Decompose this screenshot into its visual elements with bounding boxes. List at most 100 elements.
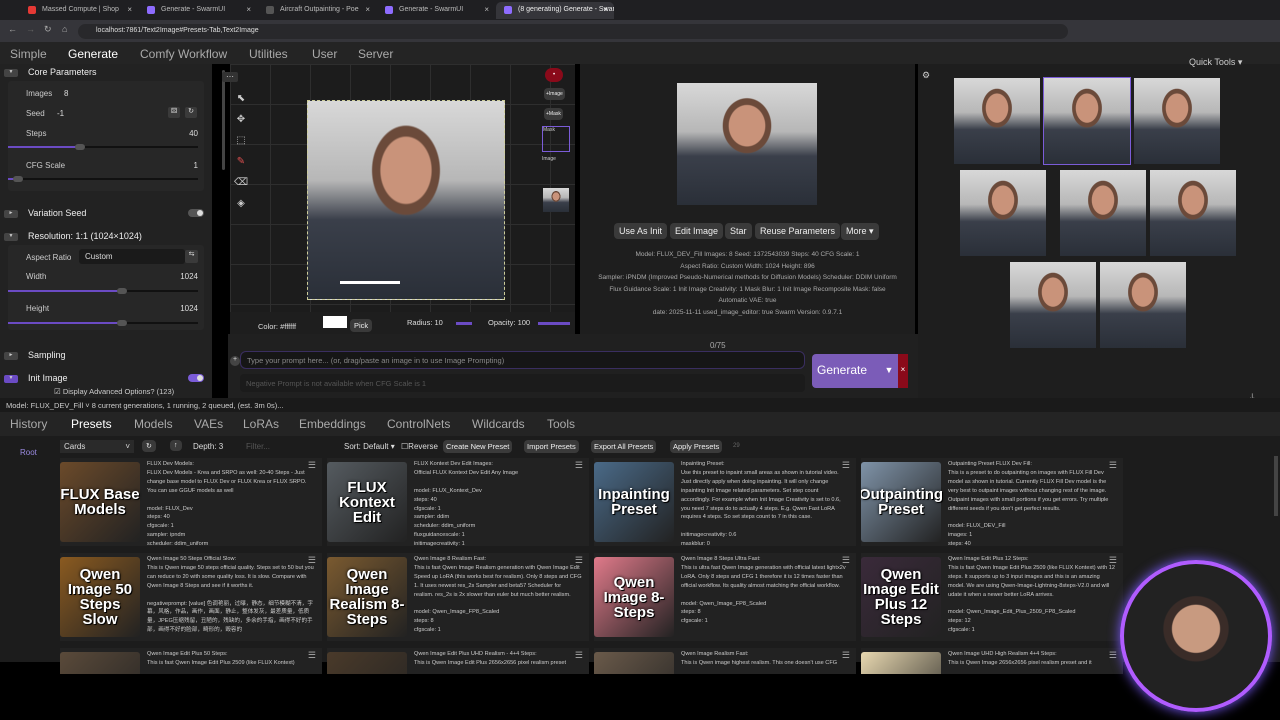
preset-card[interactable]: Qwen Image Qwen Image UHD High Realism 4+… xyxy=(861,648,1123,674)
close-tab-icon[interactable]: × xyxy=(246,5,251,14)
select-rect-icon[interactable]: ⬚ xyxy=(234,135,248,149)
batch-thumb[interactable] xyxy=(954,78,1040,164)
select-icon[interactable]: ⬉ xyxy=(234,93,248,107)
settings-icon[interactable]: ⚙ xyxy=(922,70,930,81)
cancel-icon[interactable]: × xyxy=(898,354,908,388)
reverse-checkbox[interactable]: ☐Reverse xyxy=(401,442,438,451)
tab-loras[interactable]: LoRAs xyxy=(243,417,279,431)
use-as-init-button[interactable]: Use As Init xyxy=(614,223,668,239)
menu-icon[interactable]: ☰ xyxy=(308,650,316,661)
swap-icon[interactable]: ⇆ xyxy=(185,250,198,263)
close-tab-icon[interactable]: × xyxy=(484,5,489,14)
left-panel-scrollbar[interactable] xyxy=(222,70,225,170)
init-image-toggle[interactable] xyxy=(188,374,204,382)
apply-presets-button[interactable]: Apply Presets xyxy=(670,440,723,453)
tab-history[interactable]: History xyxy=(10,417,47,431)
layer-mask[interactable]: Mask xyxy=(542,126,570,152)
model-select[interactable]: FLUX_DEV_Fill xyxy=(31,401,84,410)
steps-slider[interactable] xyxy=(8,144,198,150)
quick-tools-dropdown[interactable]: Quick Tools ▾ xyxy=(1189,57,1242,68)
move-icon[interactable]: ✥ xyxy=(234,114,248,128)
preset-card[interactable]: FLUX Kontext Edit FLUX Kontext Dev Edit I… xyxy=(327,458,589,546)
browser-tab[interactable]: Generate - SwarmUI × xyxy=(377,2,495,19)
variation-seed-toggle[interactable] xyxy=(188,209,204,217)
forward-icon[interactable]: → xyxy=(26,24,35,34)
tab-presets[interactable]: Presets xyxy=(71,417,112,431)
width-value[interactable]: 1024 xyxy=(180,272,198,281)
tab-wildcards[interactable]: Wildcards xyxy=(472,417,525,431)
preset-card[interactable]: Qwen Image Realism Fast: This is Qwen im… xyxy=(594,648,856,674)
aspect-ratio-select[interactable]: Custom xyxy=(79,249,185,264)
layer-image-thumb[interactable] xyxy=(543,188,569,212)
preset-card[interactable]: Outpainting Preset Outpainting Preset FLU… xyxy=(861,458,1123,546)
nav-generate[interactable]: Generate xyxy=(68,47,118,61)
height-slider[interactable] xyxy=(8,320,198,326)
preset-card[interactable]: Qwen Image 50 Steps Slow Qwen Image 50 St… xyxy=(60,553,322,641)
prompt-input[interactable]: Type your prompt here... (or, drag/paste… xyxy=(240,351,805,369)
nav-utilities[interactable]: Utilities xyxy=(249,47,288,61)
menu-icon[interactable]: ☰ xyxy=(842,650,850,661)
back-icon[interactable]: ← xyxy=(8,24,17,34)
fill-icon[interactable]: ◈ xyxy=(234,198,248,212)
more-button[interactable]: More ▾ xyxy=(841,223,879,240)
steps-value[interactable]: 40 xyxy=(189,129,198,138)
menu-icon[interactable]: ☰ xyxy=(308,460,316,471)
menu-icon[interactable]: ☰ xyxy=(575,460,583,471)
menu-icon[interactable]: ☰ xyxy=(575,555,583,566)
generate-button[interactable]: Generate xyxy=(812,354,880,388)
depth-label[interactable]: Depth: 3 xyxy=(193,442,223,451)
group-core-parameters[interactable]: ▼ Core Parameters xyxy=(4,67,97,77)
create-preset-button[interactable]: Create New Preset xyxy=(443,440,513,453)
eraser-icon[interactable]: ⌫ xyxy=(234,177,248,191)
star-button[interactable]: Star xyxy=(725,223,752,239)
add-mask-button[interactable]: +Mask xyxy=(544,108,563,120)
view-select[interactable]: Cards ˅ xyxy=(60,440,134,453)
menu-icon[interactable]: ☰ xyxy=(308,555,316,566)
nav-server[interactable]: Server xyxy=(358,47,393,61)
menu-icon[interactable]: ☰ xyxy=(1109,555,1117,566)
menu-icon[interactable]: ☰ xyxy=(1109,460,1117,471)
preset-card[interactable]: Qwen Image 8-Steps Qwen Image 8 Steps Ult… xyxy=(594,553,856,641)
browser-tab[interactable]: Generate - SwarmUI × xyxy=(139,2,257,19)
current-image[interactable] xyxy=(677,83,817,205)
add-icon[interactable]: + xyxy=(230,356,240,366)
record-button[interactable]: • xyxy=(545,68,563,82)
menu-icon[interactable]: ☰ xyxy=(842,555,850,566)
nav-simple[interactable]: Simple xyxy=(10,47,47,61)
sort-select[interactable]: Sort: Default ▾ xyxy=(344,442,395,451)
add-image-button[interactable]: +Image xyxy=(544,88,565,100)
generate-options-icon[interactable]: ▼ xyxy=(880,354,898,388)
tab-models[interactable]: Models xyxy=(134,417,173,431)
browser-tab[interactable]: (8 generating) Generate - Swar × xyxy=(496,2,614,19)
batch-thumb[interactable] xyxy=(1060,170,1146,256)
presets-scrollbar[interactable] xyxy=(1274,456,1278,516)
close-tab-icon[interactable]: × xyxy=(365,5,370,14)
radius-slider[interactable] xyxy=(456,322,472,325)
pick-color-button[interactable]: Pick xyxy=(350,319,373,332)
tab-tools[interactable]: Tools xyxy=(547,417,575,431)
import-presets-button[interactable]: Import Presets xyxy=(524,440,579,453)
preset-card[interactable]: Qwen Image Edit Plus 12 Steps Qwen Image … xyxy=(861,553,1123,641)
browser-tab[interactable]: Aircraft Outpainting - Poe × xyxy=(258,2,376,19)
batch-thumb[interactable] xyxy=(1100,262,1186,348)
color-swatch[interactable] xyxy=(323,316,347,328)
advanced-options-checkbox[interactable]: ☑ Display Advanced Options? (123) xyxy=(54,387,174,396)
edit-image-button[interactable]: Edit Image xyxy=(670,223,724,239)
close-tab-icon[interactable]: × xyxy=(603,5,608,14)
preset-card[interactable]: Inpainting Preset Inpainting Preset: Use … xyxy=(594,458,856,546)
nav-comfy-workflow[interactable]: Comfy Workflow xyxy=(140,47,227,61)
preset-card[interactable]: Qwen Image Realism 8-Steps Qwen Image 8 R… xyxy=(327,553,589,641)
tab-controlnets[interactable]: ControlNets xyxy=(387,417,450,431)
random-seed-icon[interactable]: ⚄ xyxy=(168,107,180,118)
url-input[interactable]: localhost:7861/Text2Image#Presets-Tab,Te… xyxy=(78,24,1068,39)
menu-icon[interactable]: ☰ xyxy=(575,650,583,661)
width-slider[interactable] xyxy=(8,288,198,294)
export-presets-button[interactable]: Export All Presets xyxy=(591,440,657,453)
refresh-icon[interactable]: ↻ xyxy=(142,440,156,452)
group-variation-seed[interactable]: ► Variation Seed xyxy=(4,208,86,218)
images-input[interactable]: 8 xyxy=(64,89,68,98)
batch-thumb[interactable] xyxy=(1150,170,1236,256)
group-sampling[interactable]: ► Sampling xyxy=(4,350,66,360)
batch-thumb[interactable] xyxy=(1010,262,1096,348)
reuse-seed-icon[interactable]: ↻ xyxy=(185,107,197,118)
